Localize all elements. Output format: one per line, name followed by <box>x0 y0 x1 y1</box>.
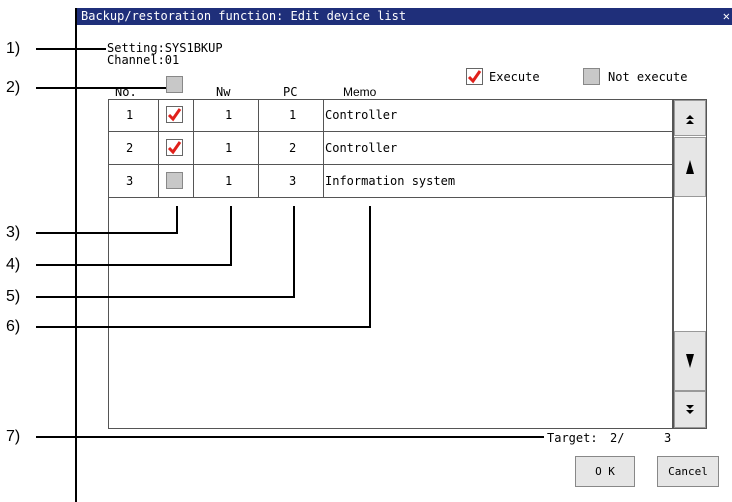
column-header-memo: Memo <box>343 85 377 99</box>
up-arrow-icon <box>686 160 694 174</box>
column-divider <box>258 99 259 198</box>
column-divider <box>323 99 324 198</box>
title-bar: Backup/restoration function: Edit device… <box>77 8 732 25</box>
callout-3-leader-vertical <box>176 206 178 234</box>
window-title: Backup/restoration function: Edit device… <box>81 9 407 23</box>
callout-6-leader-vertical <box>369 206 371 328</box>
cell-no: 3 <box>126 174 134 188</box>
callout-7-leader <box>36 436 544 438</box>
cell-pc: 3 <box>289 174 297 188</box>
callout-6-leader <box>36 326 371 328</box>
column-header-nw: Nw <box>216 85 231 99</box>
callout-3-leader <box>36 232 178 234</box>
not-execute-legend-box-icon <box>583 68 600 85</box>
column-header-pc: PC <box>283 85 298 99</box>
cancel-button[interactable]: Cancel <box>657 456 719 487</box>
callout-4-leader <box>36 264 232 266</box>
down-arrow-icon <box>686 354 694 368</box>
cell-no: 2 <box>126 141 134 155</box>
callout-5-leader <box>36 296 295 298</box>
callout-4: 4) <box>6 256 21 273</box>
double-up-arrow-icon <box>686 115 694 124</box>
scroll-to-top-button[interactable] <box>674 100 706 136</box>
target-current: 2/ <box>610 431 625 445</box>
cell-nw: 1 <box>225 174 233 188</box>
callout-3: 3) <box>6 224 21 241</box>
cell-no: 1 <box>126 108 134 122</box>
callout-2: 2) <box>6 79 21 96</box>
callout-6: 6) <box>6 318 21 335</box>
scroll-to-bottom-button[interactable] <box>674 391 706 428</box>
cell-memo: Controller <box>325 108 398 122</box>
cell-memo: Controller <box>325 141 398 155</box>
callout-5: 5) <box>6 288 21 305</box>
cell-memo: Information system <box>325 174 456 188</box>
row-execute-checkbox[interactable] <box>166 139 183 156</box>
not-execute-legend-label: Not execute <box>608 70 688 84</box>
callout-1: 1) <box>6 40 21 57</box>
callout-4-leader-vertical <box>230 206 232 266</box>
column-divider <box>158 99 159 198</box>
execute-legend-label: Execute <box>489 70 540 84</box>
double-down-arrow-icon <box>686 405 694 414</box>
scroll-down-button[interactable] <box>674 331 706 391</box>
callout-7: 7) <box>6 428 21 445</box>
cell-pc: 2 <box>289 141 297 155</box>
column-divider <box>193 99 194 198</box>
target-label: Target: <box>547 431 598 445</box>
execute-legend-check-icon <box>466 68 483 85</box>
cell-nw: 1 <box>225 141 233 155</box>
select-all-checkbox[interactable] <box>166 76 183 93</box>
scroll-up-button[interactable] <box>674 137 706 197</box>
channel-label: Channel:01 <box>107 53 180 67</box>
cell-nw: 1 <box>225 108 233 122</box>
callout-1-leader <box>36 48 106 50</box>
row-execute-checkbox[interactable] <box>166 106 183 123</box>
row-execute-checkbox[interactable] <box>166 172 183 189</box>
target-total: 3 <box>664 431 672 445</box>
ok-button[interactable]: O K <box>575 456 635 487</box>
cell-pc: 1 <box>289 108 297 122</box>
close-icon[interactable]: ✕ <box>723 8 730 25</box>
callout-5-leader-vertical <box>293 206 295 298</box>
callout-2-leader <box>36 87 166 89</box>
